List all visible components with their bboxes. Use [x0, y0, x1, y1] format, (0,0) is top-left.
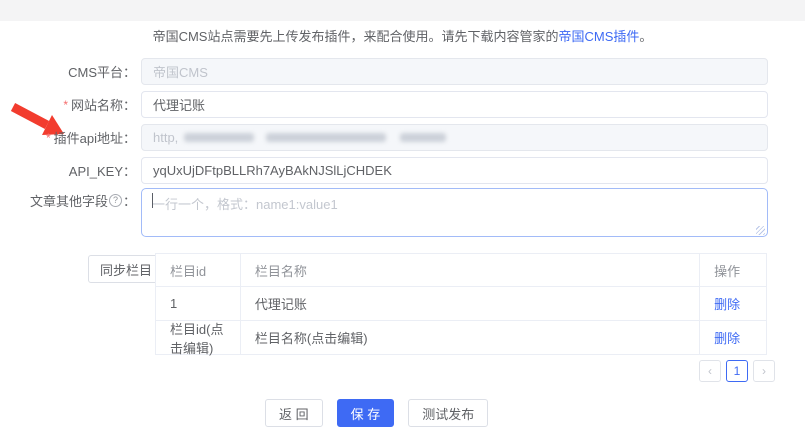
notice-after: 。 — [639, 29, 652, 44]
back-button[interactable]: 返 回 — [265, 399, 323, 427]
header-column-action: 操作 — [700, 254, 767, 287]
redacted-url-blur — [400, 133, 446, 142]
redacted-url-blur — [184, 133, 254, 142]
textarea-resize-handle[interactable] — [756, 226, 765, 235]
plugin-api-input: http, — [141, 124, 768, 151]
delete-link[interactable]: 删除 — [714, 294, 740, 313]
cell-column-id[interactable]: 1 — [156, 287, 241, 321]
extra-fields-label-text: 文章其他字段 — [30, 191, 108, 210]
table-header-row: 栏目id 栏目名称 操作 — [156, 254, 767, 287]
extra-fields-label: 文章其他字段 ? ： — [0, 188, 136, 212]
pagination-next-button[interactable]: › — [753, 360, 775, 382]
footer-actions: 返 回 保 存 测试发布 — [265, 399, 488, 427]
text-cursor — [152, 193, 153, 208]
empire-cms-publish-settings-page: 帝国CMS站点需要先上传发布插件，来配合使用。请先下载内容管家的帝国CMS插件。… — [0, 0, 805, 431]
redacted-url-blur — [266, 133, 386, 142]
notice-text: 帝国CMS站点需要先上传发布插件，来配合使用。请先下载内容管家的帝国CMS插件。 — [0, 26, 805, 45]
header-column-name: 栏目名称 — [241, 254, 700, 287]
cell-column-id-editable[interactable]: 栏目id(点击编辑) — [156, 321, 241, 355]
plugin-api-label: * 插件api地址： — [0, 124, 136, 151]
empire-cms-plugin-download-link[interactable]: 帝国CMS插件 — [558, 29, 639, 44]
pagination-prev-button[interactable]: ‹ — [699, 360, 721, 382]
site-name-input[interactable] — [141, 91, 768, 118]
test-publish-button[interactable]: 测试发布 — [408, 399, 488, 427]
delete-link[interactable]: 删除 — [714, 328, 740, 347]
save-button[interactable]: 保 存 — [337, 399, 395, 427]
help-icon[interactable]: ? — [109, 194, 122, 207]
cms-platform-label-text: CMS平台： — [68, 62, 136, 81]
cell-column-name[interactable]: 代理记账 — [241, 287, 700, 321]
sync-columns-button[interactable]: 同步栏目 — [88, 255, 164, 283]
plugin-api-visible-prefix: http, — [153, 130, 178, 145]
api-key-label-text: API_KEY： — [69, 161, 136, 180]
top-gray-band — [0, 0, 805, 21]
cell-column-name-editable[interactable]: 栏目名称(点击编辑) — [241, 321, 700, 355]
notice-before: 帝国CMS站点需要先上传发布插件，来配合使用。请先下载内容管家的 — [153, 29, 559, 44]
pagination: ‹ 1 › — [699, 360, 775, 382]
cms-platform-input — [141, 58, 768, 85]
category-table: 栏目id 栏目名称 操作 1 代理记账 删除 栏目id(点击编辑) 栏目名称(点… — [155, 253, 767, 355]
cms-platform-label: CMS平台： — [0, 58, 136, 85]
header-column-id: 栏目id — [156, 254, 241, 287]
site-name-label-text: 网站名称： — [71, 95, 136, 114]
extra-fields-colon: ： — [123, 191, 136, 210]
api-key-input[interactable] — [141, 157, 768, 184]
plugin-api-label-text: 插件api地址： — [54, 128, 136, 147]
extra-fields-textarea[interactable] — [141, 188, 768, 237]
table-row: 1 代理记账 删除 — [156, 287, 767, 321]
table-row: 栏目id(点击编辑) 栏目名称(点击编辑) 删除 — [156, 321, 767, 355]
required-asterisk: * — [46, 131, 51, 145]
api-key-label: API_KEY： — [0, 157, 136, 184]
pagination-page-1[interactable]: 1 — [726, 360, 748, 382]
